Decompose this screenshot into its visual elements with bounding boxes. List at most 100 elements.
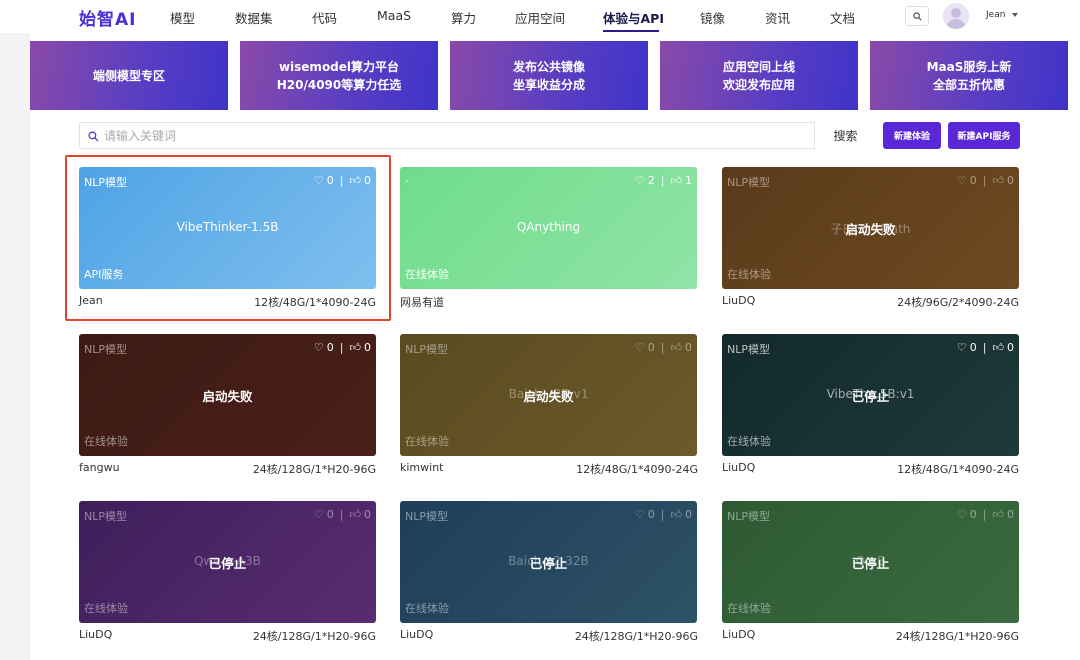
chevron-down-icon[interactable] — [1012, 13, 1018, 17]
nav-item-news[interactable]: 资讯 — [765, 8, 790, 27]
card-type: 在线体验 — [727, 602, 771, 615]
card-title: VibeTh…5B:v1 已停止 — [722, 387, 1019, 404]
like-count: 0 — [326, 341, 334, 354]
site-logo[interactable]: 始智AI — [79, 5, 136, 30]
card-type: 在线体验 — [405, 268, 449, 281]
nav-item-datasets[interactable]: 数据集 — [235, 8, 273, 27]
search-icon — [88, 131, 99, 142]
nav-item-compute[interactable]: 算力 — [451, 8, 476, 27]
thumbs-up-icon[interactable]: 👍︎ — [671, 341, 683, 354]
nav-item-models[interactable]: 模型 — [170, 8, 195, 27]
card-qwen-a3b[interactable]: NLP模型 ♡ 0 | 👍︎ 0 Qwe…-A3B 已停止 在线体验 — [79, 501, 376, 623]
thumbs-count: 0 — [685, 508, 692, 521]
heart-icon[interactable]: ♡ — [314, 508, 324, 521]
thumbs-up-icon[interactable]: 👍︎ — [671, 174, 683, 187]
card-spec: 24核/128G/1*H20-96G — [252, 463, 376, 476]
header-search-button[interactable] — [905, 6, 929, 26]
banner-compute-platform[interactable]: wisemodel算力平台 H20/4090等算力任选 — [240, 41, 438, 110]
card-spec: 24核/96G/2*4090-24G — [897, 296, 1019, 309]
banner-line: 全部五折优惠 — [932, 77, 1005, 92]
nav-item-code[interactable]: 代码 — [312, 8, 337, 27]
card-category: NLP模型 — [727, 510, 770, 523]
nav-item-app-space[interactable]: 应用空间 — [515, 8, 565, 27]
card-title: Qwe…-A3B 已停止 — [79, 554, 376, 571]
card-owner[interactable]: LiuDQ — [722, 294, 755, 307]
card-owner[interactable]: LiuDQ — [79, 628, 112, 641]
heart-icon[interactable]: ♡ — [957, 508, 967, 521]
nav-item-docs[interactable]: 文档 — [830, 8, 855, 27]
thumbs-up-icon[interactable]: 👍︎ — [350, 341, 362, 354]
card-fangwu[interactable]: NLP模型 ♡ 0 | 👍︎ 0 启动失败 在线体验 — [79, 334, 376, 456]
search-bar — [79, 122, 876, 149]
heart-icon[interactable]: ♡ — [957, 174, 967, 187]
card-qwen-b[interactable]: NLP模型 ♡ 0 | 👍︎ 0 Q…B 已停止 在线体验 — [722, 501, 1019, 623]
nav-item-experience-api[interactable]: 体验与API — [603, 8, 664, 27]
card-owner[interactable]: LiuDQ — [722, 628, 755, 641]
thumbs-count: 0 — [364, 341, 371, 354]
card-stats: ♡ 0 | 👍︎ 0 — [956, 508, 1014, 521]
card-status: 已停止 — [851, 556, 890, 571]
search-icon — [913, 12, 922, 21]
card-ziyue-math[interactable]: NLP模型 ♡ 0 | 👍︎ 0 子曰O…-Math 启动失败 在线体验 — [722, 167, 1019, 289]
thumbs-up-icon[interactable]: 👍︎ — [993, 508, 1005, 521]
banner-line: 发布公共镜像 — [512, 59, 585, 74]
banner-line: 应用空间上线 — [722, 59, 795, 74]
card-stats: ♡ 0 | 👍︎ 0 — [313, 508, 371, 521]
card-category: NLP模型 — [405, 343, 448, 356]
card-stats: ♡ 2 | 👍︎ 1 — [634, 174, 692, 187]
like-count: 0 — [969, 341, 977, 354]
nav-item-images[interactable]: 镜像 — [700, 8, 725, 27]
like-count: 0 — [326, 508, 334, 521]
card-baichuan-v1[interactable]: NLP模型 ♡ 0 | 👍︎ 0 Baich…2B:v1 启动失败 在线体验 — [400, 334, 697, 456]
heart-icon[interactable]: ♡ — [635, 174, 645, 187]
card-category: NLP模型 — [84, 510, 127, 523]
search-submit-button[interactable]: 搜索 — [814, 122, 876, 149]
thumbs-up-icon[interactable]: 👍︎ — [993, 174, 1005, 187]
thumbs-up-icon[interactable]: 👍︎ — [350, 508, 362, 521]
card-stats: ♡ 0 | 👍︎ 0 — [634, 508, 692, 521]
new-experience-button[interactable]: 新建体验 — [883, 122, 941, 149]
like-count: 0 — [647, 508, 655, 521]
banner-line: 端侧模型专区 — [92, 68, 165, 83]
top-nav-bar: 始智AI 模型 数据集 代码 MaaS 算力 应用空间 体验与API 镜像 资讯… — [0, 0, 1080, 33]
thumbs-count: 1 — [685, 174, 692, 187]
banner-public-image[interactable]: 发布公共镜像 坐享收益分成 — [450, 41, 648, 110]
card-owner[interactable]: kimwint — [400, 461, 443, 474]
card-qanything[interactable]: - ♡ 2 | 👍︎ 1 QAnything 在线体验 — [400, 167, 697, 289]
card-title: Baich…2B:v1 启动失败 — [400, 387, 697, 404]
like-count: 0 — [969, 508, 977, 521]
card-type: 在线体验 — [84, 435, 128, 448]
card-vibethinker-v1[interactable]: NLP模型 ♡ 0 | 👍︎ 0 VibeTh…5B:v1 已停止 在线体验 — [722, 334, 1019, 456]
banner-line: MaaS服务上新 — [926, 59, 1012, 74]
new-api-service-button[interactable]: 新建API服务 — [948, 122, 1020, 149]
card-owner[interactable]: 网易有道 — [400, 294, 444, 310]
username[interactable]: Jean — [986, 10, 1005, 20]
card-category: - — [405, 174, 409, 187]
user-avatar[interactable] — [943, 3, 969, 29]
heart-icon[interactable]: ♡ — [635, 508, 645, 521]
banner-app-space[interactable]: 应用空间上线 欢迎发布应用 — [660, 41, 858, 110]
banner-maas[interactable]: MaaS服务上新 全部五折优惠 — [870, 41, 1068, 110]
heart-icon[interactable]: ♡ — [957, 341, 967, 354]
thumbs-up-icon[interactable]: 👍︎ — [671, 508, 683, 521]
card-type: 在线体验 — [84, 602, 128, 615]
card-category: NLP模型 — [84, 343, 127, 356]
nav-item-maas[interactable]: MaaS — [377, 8, 411, 23]
card-owner[interactable]: LiuDQ — [400, 628, 433, 641]
card-owner[interactable]: fangwu — [79, 461, 120, 474]
banner-line: 欢迎发布应用 — [722, 77, 795, 92]
card-baichuan-32b[interactable]: NLP模型 ♡ 0 | 👍︎ 0 Baich…2-32B 已停止 在线体验 — [400, 501, 697, 623]
heart-icon[interactable]: ♡ — [314, 341, 324, 354]
card-stats: ♡ 0 | 👍︎ 0 — [634, 341, 692, 354]
card-status: 已停止 — [529, 556, 568, 571]
banner-line: 坐享收益分成 — [512, 77, 585, 92]
heart-icon[interactable]: ♡ — [635, 341, 645, 354]
card-owner[interactable]: LiuDQ — [722, 461, 755, 474]
card-status: 启动失败 — [523, 389, 574, 404]
thumbs-up-icon[interactable]: 👍︎ — [993, 341, 1005, 354]
banner-edge-models[interactable]: 端侧模型专区 — [30, 41, 228, 110]
card-stats: ♡ 0 | 👍︎ 0 — [956, 341, 1014, 354]
search-input[interactable] — [104, 127, 804, 145]
card-category: NLP模型 — [727, 343, 770, 356]
like-count: 0 — [969, 174, 977, 187]
